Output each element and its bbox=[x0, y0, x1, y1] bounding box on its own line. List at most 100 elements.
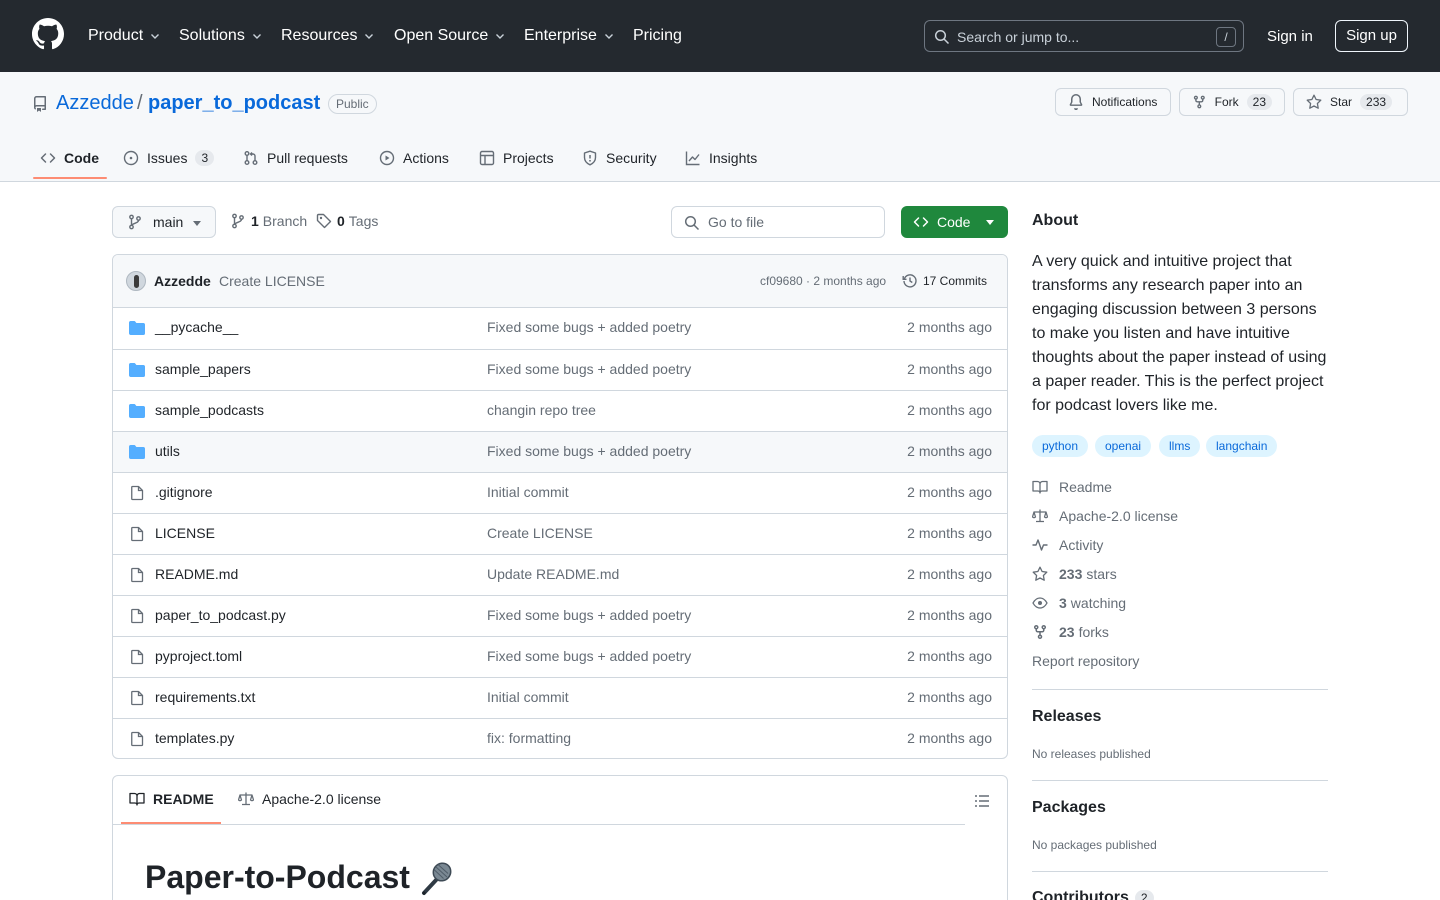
table-row[interactable]: paper_to_podcast.py Fixed some bugs + add… bbox=[113, 595, 1007, 636]
file-commit-time: 2 months ago bbox=[907, 689, 992, 705]
releases-heading[interactable]: Releases bbox=[1032, 708, 1101, 726]
about-heading: About bbox=[1032, 212, 1079, 229]
table-row[interactable]: pyproject.toml Fixed some bugs + added po… bbox=[113, 636, 1007, 677]
tags-label: Tags bbox=[348, 213, 379, 229]
file-name-link[interactable]: LICENSE bbox=[155, 525, 215, 541]
notifications-button[interactable]: Notifications bbox=[1055, 88, 1171, 116]
list-unordered-icon[interactable] bbox=[974, 793, 990, 809]
tab-license[interactable]: Apache-2.0 license bbox=[238, 791, 381, 807]
go-to-file-input[interactable]: Go to file bbox=[671, 206, 885, 238]
commit-message[interactable]: Create LICENSE bbox=[219, 273, 325, 289]
readme-link-label: Readme bbox=[1059, 479, 1112, 495]
github-logo-icon[interactable] bbox=[32, 18, 64, 50]
branch-selector[interactable]: main bbox=[112, 206, 216, 238]
contributors-count: 2 bbox=[1134, 890, 1154, 900]
nav-solutions[interactable]: Solutions bbox=[179, 24, 263, 48]
search-input[interactable]: Search or jump to... / bbox=[924, 20, 1244, 52]
topic-tag[interactable]: python bbox=[1032, 435, 1089, 457]
readme-link[interactable]: Readme bbox=[1032, 479, 1112, 495]
file-name-link[interactable]: README.md bbox=[155, 566, 238, 582]
table-row[interactable]: requirements.txt Initial commit 2 months a… bbox=[113, 677, 1007, 718]
folder-icon bbox=[129, 362, 145, 378]
tab-code[interactable]: Code bbox=[40, 146, 99, 170]
fork-button[interactable]: Fork 23 bbox=[1179, 88, 1285, 116]
sign-in-link[interactable]: Sign in bbox=[1267, 28, 1313, 45]
file-commit-time: 2 months ago bbox=[907, 730, 992, 746]
topic-tag[interactable]: llms bbox=[1159, 435, 1201, 457]
report-repository-link[interactable]: Report repository bbox=[1032, 653, 1139, 669]
file-name-link[interactable]: paper_to_podcast.py bbox=[155, 607, 286, 623]
nav-enterprise[interactable]: Enterprise bbox=[524, 24, 615, 48]
packages-empty-text: No packages published bbox=[1032, 838, 1157, 852]
chevron-down-icon bbox=[151, 34, 160, 39]
tab-security[interactable]: Security bbox=[582, 146, 657, 170]
tab-pull-requests[interactable]: Pull requests bbox=[243, 146, 348, 170]
forks-link[interactable]: 23 forks bbox=[1032, 624, 1109, 640]
nav-resources-label: Resources bbox=[281, 27, 358, 44]
avatar[interactable] bbox=[126, 271, 146, 291]
table-row[interactable]: sample_papers Fixed some bugs + added poe… bbox=[113, 349, 1007, 390]
file-commit-message[interactable]: Initial commit bbox=[487, 484, 569, 500]
tab-insights-label: Insights bbox=[709, 150, 758, 166]
file-commit-message[interactable]: Fixed some bugs + added poetry bbox=[487, 607, 691, 623]
table-row[interactable]: templates.py fix: formatting 2 months ago bbox=[113, 718, 1007, 758]
tab-insights[interactable]: Insights bbox=[685, 146, 757, 170]
file-commit-message[interactable]: Fixed some bugs + added poetry bbox=[487, 648, 691, 664]
file-name-link[interactable]: sample_podcasts bbox=[155, 402, 264, 418]
chevron-down-icon bbox=[365, 34, 374, 39]
repo-name-link[interactable]: paper_to_podcast bbox=[148, 92, 320, 115]
tab-actions[interactable]: Actions bbox=[379, 146, 449, 170]
table-row[interactable]: __pycache__ Fixed some bugs + added poetr… bbox=[113, 308, 1007, 349]
tab-readme[interactable]: README bbox=[129, 791, 214, 807]
nav-open-source[interactable]: Open Source bbox=[394, 24, 506, 48]
file-name-link[interactable]: templates.py bbox=[155, 730, 234, 746]
nav-resources[interactable]: Resources bbox=[281, 24, 375, 48]
file-commit-message[interactable]: Fixed some bugs + added poetry bbox=[487, 443, 691, 459]
tab-projects[interactable]: Projects bbox=[479, 146, 554, 170]
file-name-link[interactable]: requirements.txt bbox=[155, 689, 255, 705]
file-commit-message[interactable]: fix: formatting bbox=[487, 730, 571, 746]
commit-hash-time[interactable]: cf09680 · 2 months ago bbox=[760, 274, 886, 288]
file-name-link[interactable]: __pycache__ bbox=[155, 319, 238, 335]
file-commit-time: 2 months ago bbox=[907, 484, 992, 500]
packages-heading[interactable]: Packages bbox=[1032, 799, 1106, 817]
star-button[interactable]: Star 233 bbox=[1293, 88, 1408, 116]
topic-tag[interactable]: langchain bbox=[1206, 435, 1278, 457]
stars-link[interactable]: 233 stars bbox=[1032, 566, 1117, 582]
repo-owner-link[interactable]: Azzedde bbox=[56, 92, 134, 115]
branches-link[interactable]: 1 Branch bbox=[230, 213, 307, 229]
file-commit-message[interactable]: changin repo tree bbox=[487, 402, 596, 418]
table-row[interactable]: LICENSE Create LICENSE 2 months ago bbox=[113, 513, 1007, 554]
sign-up-button[interactable]: Sign up bbox=[1335, 20, 1408, 52]
chevron-down-icon bbox=[604, 34, 613, 39]
commit-author[interactable]: Azzedde bbox=[154, 273, 211, 289]
nav-pricing[interactable]: Pricing bbox=[633, 24, 682, 48]
license-link[interactable]: Apache-2.0 license bbox=[1032, 508, 1178, 524]
file-commit-message[interactable]: Initial commit bbox=[487, 689, 569, 705]
table-row[interactable]: .gitignore Initial commit 2 months ago bbox=[113, 472, 1007, 513]
commits-link[interactable]: 17 Commits bbox=[902, 273, 987, 289]
file-commit-message[interactable]: Create LICENSE bbox=[487, 525, 593, 541]
tags-link[interactable]: 0 Tags bbox=[316, 213, 378, 229]
file-commit-message[interactable]: Fixed some bugs + added poetry bbox=[487, 319, 691, 335]
folder-icon bbox=[129, 320, 145, 336]
tab-issues[interactable]: Issues 3 bbox=[123, 146, 215, 170]
contributors-heading[interactable]: Contributors 2 bbox=[1032, 889, 1154, 900]
table-row[interactable]: sample_podcasts changin repo tree 2 months… bbox=[113, 390, 1007, 431]
file-name-link[interactable]: utils bbox=[155, 443, 180, 459]
notifications-label: Notifications bbox=[1092, 95, 1158, 109]
repo-header: Azzedde / paper_to_podcast Public Notifi… bbox=[0, 72, 1440, 182]
file-name-link[interactable]: .gitignore bbox=[155, 484, 213, 500]
table-row[interactable]: README.md Update README.md 2 months ago bbox=[113, 554, 1007, 595]
activity-link[interactable]: Activity bbox=[1032, 537, 1103, 553]
table-row[interactable]: utils Fixed some bugs + added poetry 2 mon… bbox=[113, 431, 1007, 472]
file-commit-message[interactable]: Update README.md bbox=[487, 566, 619, 582]
code-dropdown-button[interactable]: Code bbox=[901, 206, 1008, 238]
file-commit-message[interactable]: Fixed some bugs + added poetry bbox=[487, 361, 691, 377]
file-name-link[interactable]: sample_papers bbox=[155, 361, 251, 377]
topic-tag[interactable]: openai bbox=[1095, 435, 1152, 457]
nav-product[interactable]: Product bbox=[88, 24, 161, 48]
file-name-link[interactable]: pyproject.toml bbox=[155, 648, 242, 664]
file-icon bbox=[129, 690, 145, 706]
watchers-link[interactable]: 3 watching bbox=[1032, 595, 1126, 611]
